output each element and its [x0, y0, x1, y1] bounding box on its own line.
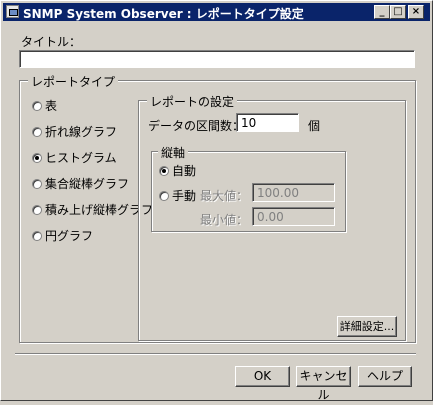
- report-settings-legend: レポートの設定: [147, 93, 238, 110]
- radio-indicator-selected: [159, 165, 169, 176]
- radio-pie-chart[interactable]: 円グラフ: [32, 227, 93, 244]
- window-title: SNMP System Observer : レポートタイプ設定: [23, 7, 304, 21]
- min-value-input[interactable]: 0.00: [252, 207, 335, 226]
- interval-label: データの区間数：: [148, 119, 245, 133]
- app-icon: [6, 5, 19, 18]
- radio-histogram[interactable]: ヒストグラム: [32, 149, 117, 166]
- close-button[interactable]: ×: [408, 5, 424, 19]
- interval-unit: 個: [308, 119, 321, 133]
- footer-divider: [15, 353, 416, 355]
- radio-clustered-column[interactable]: 集合縦棒グラフ: [32, 175, 129, 192]
- maximize-button[interactable]: □: [390, 5, 406, 19]
- interval-input[interactable]: 10: [236, 113, 299, 132]
- radio-indicator-selected: [32, 152, 42, 163]
- radio-indicator: [159, 190, 169, 201]
- title-input[interactable]: [19, 50, 415, 68]
- min-value-label: 最小値：: [200, 213, 249, 227]
- detail-settings-button[interactable]: 詳細設定...: [337, 316, 397, 337]
- radio-axis-manual[interactable]: 手動: [159, 187, 196, 204]
- ok-button[interactable]: OK: [235, 366, 290, 387]
- radio-table[interactable]: 表: [32, 97, 57, 114]
- report-type-legend: レポートタイプ: [28, 73, 119, 90]
- title-label: タイトル：: [21, 35, 82, 49]
- cancel-button[interactable]: キャンセル: [296, 366, 351, 402]
- help-button[interactable]: ヘルプ: [358, 366, 412, 387]
- radio-indicator: [32, 204, 42, 215]
- max-value-input[interactable]: 100.00: [252, 183, 335, 202]
- vertical-axis-legend: 縦軸: [158, 144, 189, 161]
- radio-axis-auto[interactable]: 自動: [159, 162, 196, 179]
- max-value-label: 最大値：: [200, 189, 249, 203]
- title-bar: SNMP System Observer : レポートタイプ設定 _ □ ×: [3, 3, 430, 21]
- dialog-window: SNMP System Observer : レポートタイプ設定 _ □ × タ…: [0, 0, 433, 402]
- radio-indicator: [32, 178, 42, 189]
- radio-indicator: [32, 126, 42, 137]
- radio-indicator: [32, 230, 42, 241]
- radio-stacked-column[interactable]: 積み上げ縦棒グラフ: [32, 201, 153, 218]
- radio-indicator: [32, 100, 42, 111]
- radio-line-chart[interactable]: 折れ線グラフ: [32, 123, 117, 140]
- minimize-button[interactable]: _: [374, 5, 390, 19]
